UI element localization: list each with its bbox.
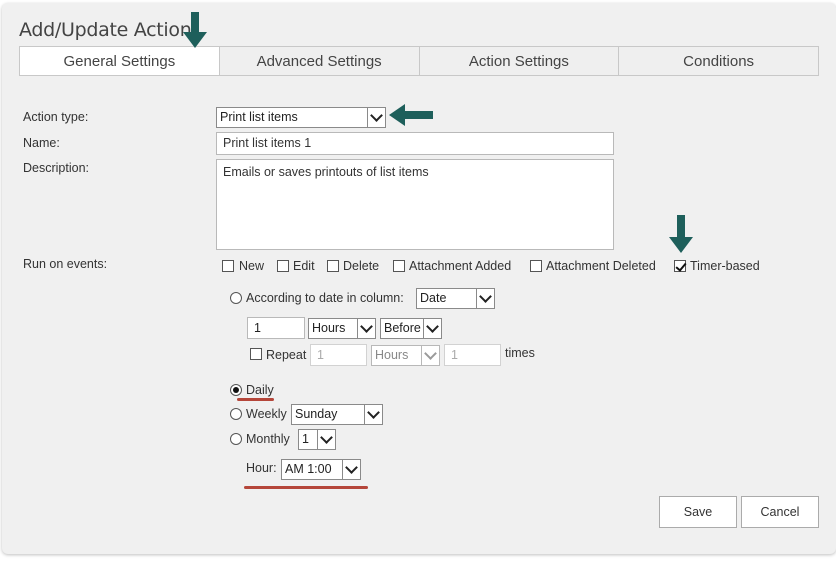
offset-direction-select[interactable]: Before xyxy=(380,318,442,339)
arrow-left-icon xyxy=(389,104,433,126)
tab-conditions[interactable]: Conditions xyxy=(619,47,818,75)
event-new-label: New xyxy=(239,259,265,273)
chevron-down-icon xyxy=(357,319,375,338)
monthly-day-value: 1 xyxy=(302,432,309,446)
event-edit-checkbox[interactable] xyxy=(277,260,289,272)
times-label: times xyxy=(505,346,535,360)
dialog-title: Add/Update Action xyxy=(19,19,192,41)
repeat-label: Repeat xyxy=(266,348,307,362)
repeat-times-input[interactable]: 1 xyxy=(444,344,501,366)
offset-input[interactable]: 1 xyxy=(247,317,305,339)
arrow-down-icon xyxy=(183,12,207,48)
repeat-unit-select[interactable]: Hours xyxy=(371,345,440,366)
action-type-select[interactable]: Print list items xyxy=(216,107,386,128)
cancel-button[interactable]: Cancel xyxy=(741,496,819,528)
offset-unit-value: Hours xyxy=(312,321,346,335)
offset-unit-select[interactable]: Hours xyxy=(308,318,376,339)
hour-select[interactable]: AM 1:00 xyxy=(281,459,361,480)
chevron-down-icon xyxy=(423,319,441,338)
event-delete-checkbox[interactable] xyxy=(327,260,339,272)
chevron-down-icon xyxy=(364,405,382,424)
date-column-label: According to date in column: xyxy=(246,291,404,305)
chevron-down-icon xyxy=(342,460,360,479)
hour-underline xyxy=(244,486,368,489)
event-timer-based-checkbox[interactable] xyxy=(674,260,686,272)
weekly-day-value: Sunday xyxy=(295,407,338,421)
description-textarea[interactable]: Emails or saves printouts of list items xyxy=(216,159,614,250)
date-column-value: Date xyxy=(420,291,447,305)
hour-label: Hour: xyxy=(246,461,277,475)
daily-label: Daily xyxy=(246,383,274,397)
weekly-label: Weekly xyxy=(246,407,287,421)
hour-value: AM 1:00 xyxy=(285,462,332,476)
repeat-input[interactable]: 1 xyxy=(310,344,367,366)
name-input[interactable]: Print list items 1 xyxy=(216,132,614,155)
run-on-events-label: Run on events: xyxy=(23,257,108,271)
event-new-checkbox[interactable] xyxy=(222,260,234,272)
repeat-checkbox[interactable] xyxy=(250,348,262,360)
tab-advanced-settings[interactable]: Advanced Settings xyxy=(220,47,420,75)
event-delete-label: Delete xyxy=(343,259,380,273)
name-label: Name: xyxy=(23,136,60,150)
event-attachment-added-checkbox[interactable] xyxy=(393,260,405,272)
action-type-value: Print list items xyxy=(220,110,298,124)
monthly-radio[interactable] xyxy=(230,433,242,445)
monthly-day-select[interactable]: 1 xyxy=(298,429,336,450)
arrow-down-icon xyxy=(669,215,693,253)
monthly-label: Monthly xyxy=(246,432,290,446)
event-attachment-deleted-label: Attachment Deleted xyxy=(546,259,656,273)
tab-bar: General Settings Advanced Settings Actio… xyxy=(19,46,819,76)
repeat-unit-value: Hours xyxy=(375,348,409,362)
weekly-day-select[interactable]: Sunday xyxy=(291,404,383,425)
daily-underline xyxy=(237,398,274,401)
chevron-down-icon xyxy=(367,108,385,127)
event-timer-based-label: Timer-based xyxy=(690,259,760,273)
weekly-radio[interactable] xyxy=(230,408,242,420)
date-column-radio[interactable] xyxy=(230,292,242,304)
chevron-down-icon xyxy=(421,346,439,365)
tab-action-settings[interactable]: Action Settings xyxy=(420,47,620,75)
daily-radio[interactable] xyxy=(230,384,242,396)
dialog-panel xyxy=(2,3,836,554)
chevron-down-icon xyxy=(317,430,335,449)
action-type-label: Action type: xyxy=(23,110,89,124)
offset-direction-value: Before xyxy=(384,321,421,335)
event-attachment-added-label: Attachment Added xyxy=(409,259,512,273)
event-edit-label: Edit xyxy=(293,259,315,273)
save-button[interactable]: Save xyxy=(659,496,737,528)
event-attachment-deleted-checkbox[interactable] xyxy=(530,260,542,272)
tab-general-settings[interactable]: General Settings xyxy=(20,47,220,75)
chevron-down-icon xyxy=(476,289,494,308)
date-column-select[interactable]: Date xyxy=(416,288,495,309)
description-label: Description: xyxy=(23,161,89,175)
